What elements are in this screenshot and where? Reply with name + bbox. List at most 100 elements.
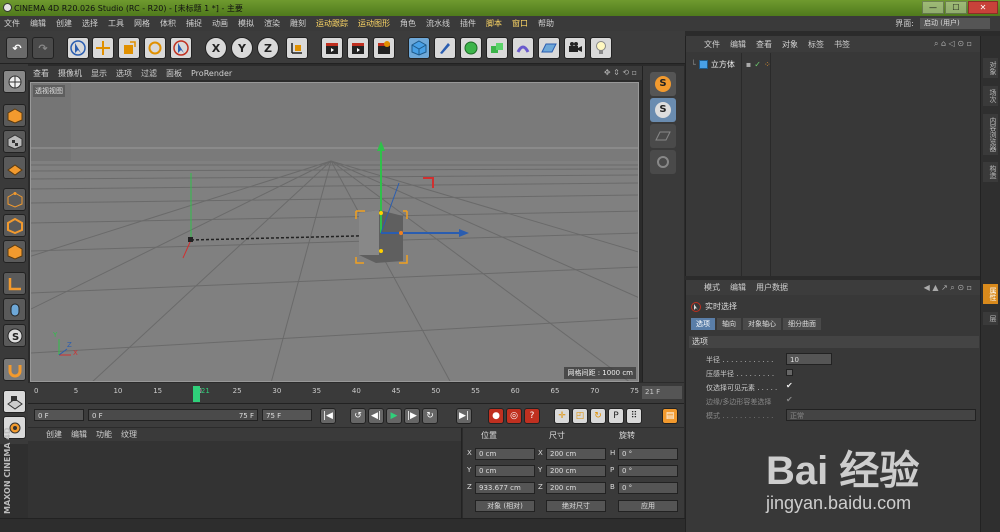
floor-button[interactable] xyxy=(538,37,560,59)
object-menu-bookmarks[interactable]: 书签 xyxy=(834,39,850,50)
menu-mesh[interactable]: 网格 xyxy=(134,18,150,29)
pressure-radius-checkbox[interactable] xyxy=(786,369,793,376)
deformer-button[interactable] xyxy=(512,37,534,59)
attribute-menu-userdata[interactable]: 用户数据 xyxy=(756,282,788,293)
menu-character[interactable]: 角色 xyxy=(400,18,416,29)
snap-enable-button[interactable]: S xyxy=(650,72,676,96)
render-view-button[interactable] xyxy=(321,37,343,59)
material-menu-edit[interactable]: 编辑 xyxy=(71,429,87,440)
goto-prev-frame-button[interactable]: ◀| xyxy=(368,408,384,424)
menu-tools[interactable]: 工具 xyxy=(108,18,124,29)
axis-mode-button[interactable] xyxy=(3,272,26,295)
tab-options[interactable]: 选项 xyxy=(691,318,715,330)
rotation-p-field[interactable]: 0 ° xyxy=(618,465,678,477)
size-z-field[interactable]: 200 cm xyxy=(546,482,606,494)
magnet-button[interactable] xyxy=(3,358,26,381)
minimize-button[interactable]: — xyxy=(922,1,944,14)
start-frame-field[interactable]: 0 F xyxy=(34,409,84,421)
object-menu-objects[interactable]: 对象 xyxy=(782,39,798,50)
timeline-ruler[interactable]: 05101520212530354045505560657075 21 F xyxy=(28,383,684,403)
key-pla-button[interactable]: ⠿ xyxy=(626,408,642,424)
size-mode-select[interactable]: 绝对尺寸 xyxy=(546,500,606,512)
preview-range-slider[interactable]: 0 F 75 F xyxy=(88,409,258,421)
polygons-mode-button[interactable] xyxy=(3,240,26,263)
camera-button[interactable] xyxy=(564,37,586,59)
viewport-menu-display[interactable]: 显示 xyxy=(91,68,107,79)
rotation-h-field[interactable]: 0 ° xyxy=(618,448,678,460)
viewport-menu-panel[interactable]: 面板 xyxy=(166,68,182,79)
viewport-menu-filter[interactable]: 过滤 xyxy=(141,68,157,79)
menu-motion-tracking[interactable]: 运动跟踪 xyxy=(316,18,348,29)
snap-button[interactable]: S xyxy=(3,324,26,347)
size-x-field[interactable]: 200 cm xyxy=(546,448,606,460)
vtab-attributes[interactable]: 属性 xyxy=(983,284,998,304)
goto-start-button[interactable]: |◀ xyxy=(320,408,336,424)
light-button[interactable] xyxy=(590,37,612,59)
menu-animate[interactable]: 动画 xyxy=(212,18,228,29)
position-y-field[interactable]: 0 cm xyxy=(475,465,535,477)
undo-button[interactable]: ↶ xyxy=(6,37,28,59)
material-menu-texture[interactable]: 纹理 xyxy=(121,429,137,440)
record-button[interactable]: ● xyxy=(488,408,504,424)
menu-file[interactable]: 文件 xyxy=(4,18,20,29)
viewport-menu-options[interactable]: 选项 xyxy=(116,68,132,79)
vtab-content-browser[interactable]: 内容浏览器 xyxy=(983,114,998,155)
position-z-field[interactable]: 933.677 cm xyxy=(475,482,535,494)
lock-workplane-button[interactable] xyxy=(3,390,26,413)
object-name[interactable]: 立方体 xyxy=(711,59,735,70)
points-mode-button[interactable] xyxy=(3,188,26,211)
autokey-button[interactable]: ◎ xyxy=(506,408,522,424)
menu-mograph[interactable]: 运动图形 xyxy=(358,18,390,29)
menu-window[interactable]: 窗口 xyxy=(512,18,528,29)
redo-button[interactable]: ↷ xyxy=(32,37,54,59)
vtab-objects[interactable]: 对象 xyxy=(983,58,998,78)
quantize-button[interactable] xyxy=(650,124,676,148)
object-menu-file[interactable]: 文件 xyxy=(704,39,720,50)
render-to-picture-viewer-button[interactable] xyxy=(347,37,369,59)
menu-plugins[interactable]: 插件 xyxy=(460,18,476,29)
tab-axis[interactable]: 轴向 xyxy=(717,318,741,330)
menu-simulate[interactable]: 模拟 xyxy=(238,18,254,29)
viewport-menu-camera[interactable]: 摄像机 xyxy=(58,68,82,79)
scale-button[interactable] xyxy=(118,37,140,59)
close-button[interactable]: ✕ xyxy=(968,1,998,14)
key-rotation-button[interactable]: ↻ xyxy=(590,408,606,424)
position-x-field[interactable]: 0 cm xyxy=(475,448,535,460)
keyframe-selection-button[interactable]: ? xyxy=(524,408,540,424)
menu-create[interactable]: 创建 xyxy=(56,18,72,29)
visible-only-checkbox[interactable]: ✔ xyxy=(786,381,793,390)
menu-pipeline[interactable]: 流水线 xyxy=(426,18,450,29)
timeline-window-button[interactable]: ▤ xyxy=(662,408,678,424)
key-parameter-button[interactable]: P xyxy=(608,408,624,424)
menu-volume[interactable]: 体积 xyxy=(160,18,176,29)
rotation-b-field[interactable]: 0 ° xyxy=(618,482,678,494)
subdivision-surface-button[interactable] xyxy=(460,37,482,59)
tweak-mode-button[interactable] xyxy=(3,298,26,321)
menu-select[interactable]: 选择 xyxy=(82,18,98,29)
cube-button[interactable] xyxy=(408,37,430,59)
array-button[interactable] xyxy=(486,37,508,59)
object-menu-tags[interactable]: 标签 xyxy=(808,39,824,50)
workplane-button[interactable] xyxy=(3,156,26,179)
current-frame-field[interactable]: 21 F xyxy=(642,386,682,399)
vtab-takes[interactable]: 场次 xyxy=(983,86,998,106)
menu-render[interactable]: 渲染 xyxy=(264,18,280,29)
snap-settings-button[interactable]: S xyxy=(650,98,676,122)
x-axis-lock-button[interactable]: X xyxy=(205,37,227,59)
live-selection-button[interactable] xyxy=(67,37,89,59)
tab-object-axis[interactable]: 对象轴心 xyxy=(743,318,781,330)
key-position-button[interactable]: ✛ xyxy=(554,408,570,424)
menu-snap[interactable]: 捕捉 xyxy=(186,18,202,29)
timeline-playhead[interactable] xyxy=(192,386,200,402)
enabled-check-icon[interactable]: ✓ xyxy=(754,60,761,69)
play-button[interactable]: ▶ xyxy=(386,408,402,424)
tolerance-checkbox[interactable]: ✔ xyxy=(786,395,793,404)
layout-select[interactable]: 启动 (用户) xyxy=(920,18,990,29)
attribute-menu-mode[interactable]: 模式 xyxy=(704,282,720,293)
goto-next-frame-button[interactable]: |▶ xyxy=(404,408,420,424)
goto-end-button[interactable]: ▶| xyxy=(456,408,472,424)
goto-next-key-button[interactable]: ↻ xyxy=(422,408,438,424)
coordinate-system-button[interactable] xyxy=(286,37,308,59)
z-axis-lock-button[interactable]: Z xyxy=(257,37,279,59)
y-axis-lock-button[interactable]: Y xyxy=(231,37,253,59)
